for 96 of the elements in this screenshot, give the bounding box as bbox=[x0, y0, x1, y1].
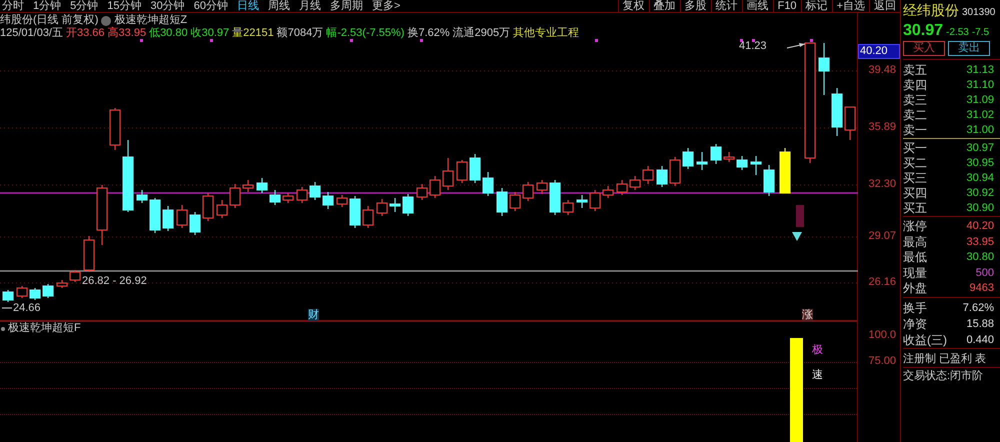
indicator-axis-label: 75.00 bbox=[868, 355, 896, 368]
stat-label: 收30.97 bbox=[190, 27, 230, 40]
period-tab[interactable]: 15分钟 bbox=[107, 0, 142, 12]
toolbar-button[interactable]: +自选 bbox=[832, 0, 869, 12]
trade-button[interactable]: 买入 bbox=[903, 41, 945, 56]
price-axis-label: 40.20 bbox=[858, 44, 900, 59]
order-label: 买三 bbox=[903, 171, 927, 186]
quote-value: 500 bbox=[976, 266, 994, 280]
order-label: 卖二 bbox=[903, 108, 927, 123]
period-tab[interactable]: 60分钟 bbox=[194, 0, 228, 12]
event-marker: 财 bbox=[308, 309, 319, 321]
finance-label: 净资 bbox=[903, 316, 927, 332]
finance-value: 7.62% bbox=[962, 300, 994, 316]
signal-char: 速 bbox=[812, 369, 823, 382]
period-tab[interactable]: 日线 bbox=[237, 0, 259, 12]
order-label: 卖一 bbox=[903, 123, 927, 138]
order-price: 30.90 bbox=[966, 201, 994, 216]
order-price: 31.00 bbox=[966, 123, 994, 138]
percent-change: -7.5 bbox=[972, 26, 990, 40]
quote-label: 涨停 bbox=[903, 219, 927, 234]
stock-code: 301390 bbox=[962, 6, 996, 20]
pointer-arrow bbox=[786, 43, 806, 48]
quote-value: 40.20 bbox=[966, 219, 994, 234]
price-axis-label: 26.16 bbox=[868, 276, 896, 289]
order-label: 卖五 bbox=[903, 63, 927, 78]
quote-value: 30.80 bbox=[966, 250, 994, 265]
quote-label: 现量 bbox=[903, 266, 927, 281]
order-label: 卖四 bbox=[903, 78, 927, 93]
toolbar-button[interactable]: 叠加 bbox=[648, 0, 680, 12]
order-label: 买一 bbox=[903, 141, 927, 156]
period-tab[interactable]: 多周期 bbox=[330, 0, 363, 12]
stat-label: 换7.62% bbox=[407, 27, 450, 40]
toolbar-button[interactable]: 统计 bbox=[710, 0, 742, 12]
stat-label: 低30.80 bbox=[149, 27, 188, 40]
order-price: 31.13 bbox=[966, 63, 994, 78]
stock-name: 经纬股份 bbox=[903, 1, 959, 20]
signal-marker-drawing bbox=[792, 205, 804, 241]
current-price: 30.97 bbox=[903, 21, 944, 41]
chart-title: 纬股份(日线 前复权) bbox=[0, 14, 98, 27]
period-tab[interactable]: 1分钟 bbox=[33, 0, 62, 12]
toolbar-button[interactable]: F10 bbox=[772, 0, 801, 12]
order-price: 30.94 bbox=[966, 171, 994, 186]
period-tab[interactable]: 30分钟 bbox=[150, 0, 185, 12]
sector-label: 其他专业工程 bbox=[513, 27, 580, 40]
quote-value: 33.95 bbox=[966, 234, 994, 250]
period-tab[interactable]: 5分钟 bbox=[70, 0, 98, 12]
low-price-label: 24.66 bbox=[13, 302, 41, 314]
toolbar-button[interactable]: 多股 bbox=[680, 0, 711, 12]
stat-label: 额7084万 bbox=[276, 27, 324, 40]
period-tab[interactable]: 周线 bbox=[268, 0, 290, 12]
signal-char: 极 bbox=[812, 344, 823, 357]
order-label: 卖三 bbox=[903, 93, 927, 108]
toolbar-button[interactable]: 复权 bbox=[618, 0, 649, 12]
price-axis-label: 32.30 bbox=[868, 178, 896, 191]
stat-label: 幅-2.53(-7.55%) bbox=[326, 27, 404, 40]
indicator-name: 极速乾坤超短Z bbox=[114, 14, 188, 26]
stat-label: 量22151 bbox=[232, 27, 274, 40]
indicator-axis-label: 100.0 bbox=[868, 329, 896, 342]
period-tab[interactable]: 分时 bbox=[2, 0, 24, 12]
toolbar-button[interactable]: 标记 bbox=[800, 0, 832, 12]
high-price-label: 41.23 bbox=[739, 40, 767, 52]
indicator-title: 极速乾坤超短F bbox=[8, 322, 81, 335]
event-marker: 涨 bbox=[802, 309, 813, 321]
order-label: 买五 bbox=[903, 201, 927, 216]
order-price: 31.02 bbox=[966, 108, 994, 123]
toolbar-button[interactable]: 返回 bbox=[869, 0, 900, 12]
order-label: 买二 bbox=[903, 156, 927, 171]
period-tab[interactable]: 更多> bbox=[372, 0, 400, 12]
quote-value: 9463 bbox=[970, 281, 994, 296]
trade-button[interactable]: 卖出 bbox=[948, 41, 990, 56]
quote-label: 外盘 bbox=[903, 281, 927, 296]
finance-value: 15.88 bbox=[966, 316, 994, 332]
toolbar-button[interactable]: 画线 bbox=[742, 0, 773, 12]
finance-label: 收益(三) bbox=[903, 332, 947, 348]
order-price: 30.92 bbox=[966, 186, 994, 201]
price-axis-label: 39.48 bbox=[868, 64, 896, 77]
finance-value: 0.440 bbox=[966, 332, 994, 348]
order-price: 31.09 bbox=[966, 93, 994, 108]
price-change: -2.53 bbox=[946, 26, 969, 40]
order-price: 31.10 bbox=[966, 78, 994, 93]
period-tab[interactable]: 月线 bbox=[299, 0, 321, 12]
order-price: 30.95 bbox=[966, 156, 994, 171]
finance-label: 换手 bbox=[903, 300, 927, 316]
range-label: 26.82 - 26.92 bbox=[82, 275, 147, 287]
order-label: 买四 bbox=[903, 186, 927, 201]
quote-label: 最高 bbox=[903, 234, 927, 250]
date-label: 125/01/03/五 bbox=[0, 27, 63, 40]
price-axis-label: 29.07 bbox=[868, 230, 896, 243]
order-price: 30.97 bbox=[966, 141, 994, 156]
stat-label: 开33.66 bbox=[66, 27, 105, 40]
quote-label: 最低 bbox=[903, 250, 927, 266]
stat-label: 流通2905万 bbox=[452, 27, 510, 40]
trading-status: 交易状态:闭市阶 bbox=[903, 368, 984, 384]
stat-label: 高33.95 bbox=[108, 27, 146, 40]
price-axis-label: 35.89 bbox=[868, 121, 896, 134]
stock-tags: 注册制 已盈利 表 bbox=[903, 350, 1000, 368]
